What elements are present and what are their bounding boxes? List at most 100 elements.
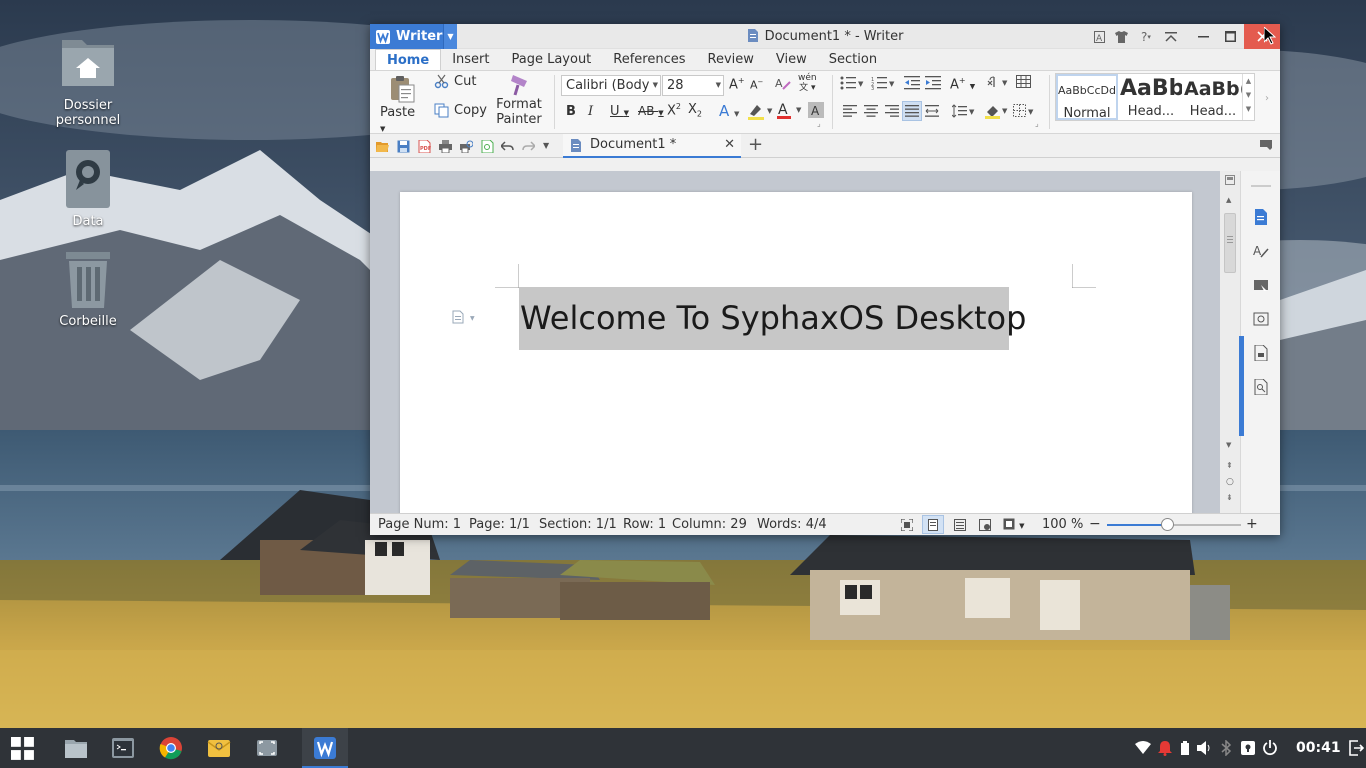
page-view-button[interactable] bbox=[922, 515, 944, 534]
font-dialog-launcher-icon[interactable]: ⌟ bbox=[817, 119, 821, 128]
terminal-icon[interactable] bbox=[111, 736, 135, 760]
phonetic-guide-icon[interactable]: wén 文 ▾ bbox=[798, 73, 817, 93]
undo-icon[interactable] bbox=[501, 140, 514, 153]
tab-section[interactable]: Section bbox=[818, 49, 888, 70]
status-row[interactable]: Row: 1 bbox=[623, 514, 666, 535]
bold-button[interactable]: B bbox=[566, 104, 576, 119]
underline-button[interactable]: U ▼ bbox=[610, 104, 629, 119]
align-right-button[interactable] bbox=[885, 105, 899, 121]
new-document-icon[interactable] bbox=[1253, 209, 1269, 225]
strikethrough-button[interactable]: AB ▼ bbox=[638, 104, 664, 118]
shrink-font-icon[interactable]: A− bbox=[750, 78, 763, 92]
grow-font-icon[interactable]: A+ bbox=[729, 76, 745, 92]
vertical-scrollbar[interactable]: ▲ ▼ ⇞ ○ ⇟ bbox=[1220, 171, 1240, 513]
tab-insert[interactable]: Insert bbox=[441, 49, 500, 70]
align-center-button[interactable] bbox=[864, 105, 878, 121]
ribbon-expand-icon[interactable]: › bbox=[1265, 93, 1269, 104]
chrome-icon[interactable] bbox=[159, 736, 183, 760]
power-icon[interactable] bbox=[1262, 740, 1278, 756]
skin-shirt-icon[interactable] bbox=[1110, 24, 1132, 49]
writer-app-menu-button[interactable]: Writer ▼ bbox=[370, 24, 457, 49]
new-tab-button[interactable]: + bbox=[748, 134, 763, 156]
notification-bell-icon[interactable] bbox=[1157, 740, 1173, 756]
cut-button[interactable]: Cut bbox=[434, 74, 476, 89]
next-page-icon[interactable]: ⇟ bbox=[1226, 493, 1233, 502]
open-folder-icon[interactable] bbox=[376, 140, 389, 153]
char-shading-button[interactable]: A bbox=[808, 102, 824, 122]
bullets-button[interactable]: ▼ bbox=[840, 76, 864, 94]
font-name-select[interactable]: Calibri (Body ▼ bbox=[561, 75, 661, 96]
tab-options-icon[interactable] bbox=[1260, 139, 1273, 155]
status-page[interactable]: Page: 1/1 bbox=[469, 514, 530, 535]
numbering-button[interactable]: 1 2 3 ▼ bbox=[871, 76, 895, 94]
paragraph-mark-button[interactable]: ▼ bbox=[986, 75, 1010, 93]
help-icon[interactable]: ? ▾ bbox=[1132, 24, 1160, 49]
font-color-button[interactable]: A ▼ bbox=[776, 101, 804, 123]
close-tab-icon[interactable]: ✕ bbox=[724, 134, 735, 156]
tab-home[interactable]: Home bbox=[375, 49, 442, 70]
select-browse-object-icon[interactable]: ○ bbox=[1226, 477, 1234, 487]
justify-button[interactable] bbox=[902, 101, 922, 121]
change-case-button[interactable]: A+ ▼ bbox=[950, 76, 975, 92]
style-normal[interactable]: AaBbCcDd Normal bbox=[1056, 74, 1118, 120]
minimize-button[interactable] bbox=[1190, 24, 1217, 49]
desktop-icon-trash[interactable]: Corbeille bbox=[38, 250, 138, 329]
shading-button[interactable]: ▼ bbox=[984, 103, 1010, 123]
zoom-slider-knob[interactable] bbox=[1161, 518, 1174, 531]
scroll-down-icon[interactable]: ▼ bbox=[1226, 441, 1231, 449]
wifi-icon[interactable] bbox=[1135, 740, 1151, 756]
zoom-out-button[interactable]: − bbox=[1089, 514, 1101, 534]
styles-scroll[interactable]: ▲ ▼ ▼ bbox=[1242, 74, 1254, 120]
tab-references[interactable]: References bbox=[602, 49, 696, 70]
tab-review[interactable]: Review bbox=[697, 49, 765, 70]
volume-icon[interactable] bbox=[1196, 740, 1212, 756]
line-spacing-button[interactable]: ▼ bbox=[951, 104, 976, 122]
maximize-button[interactable] bbox=[1217, 24, 1244, 49]
select-object-icon[interactable] bbox=[1253, 277, 1269, 293]
tab-view[interactable]: View bbox=[765, 49, 818, 70]
clear-format-icon[interactable]: A bbox=[775, 75, 791, 95]
zoom-in-button[interactable]: + bbox=[1246, 514, 1258, 534]
font-size-select[interactable]: 28 ▼ bbox=[662, 75, 724, 96]
collapse-ribbon-icon[interactable] bbox=[1160, 24, 1182, 49]
paste-button[interactable]: Paste ▼ bbox=[380, 75, 424, 135]
tab-page-layout[interactable]: Page Layout bbox=[500, 49, 602, 70]
borders-button[interactable]: ▼ bbox=[1013, 104, 1037, 122]
split-view-icon[interactable] bbox=[1225, 175, 1235, 185]
font-icon[interactable]: A bbox=[1088, 24, 1110, 49]
fullscreen-icon[interactable] bbox=[901, 519, 913, 531]
document-tab[interactable]: Document1 * ✕ bbox=[563, 134, 741, 158]
paragraph-options-icon[interactable]: ▼ bbox=[452, 310, 480, 328]
status-words[interactable]: Words: 4/4 bbox=[757, 514, 827, 535]
paragraph-dialog-launcher-icon[interactable]: ⌟ bbox=[1035, 119, 1039, 128]
bluetooth-icon[interactable] bbox=[1218, 740, 1234, 756]
scroll-thumb[interactable] bbox=[1224, 213, 1236, 273]
customize-quick-access-icon[interactable]: ▼ bbox=[543, 134, 549, 158]
desktop-icon-data[interactable]: Data bbox=[38, 150, 138, 229]
style-heading-1[interactable]: AaBb Head... bbox=[1120, 74, 1182, 120]
document-page[interactable]: ▼ Welcome To SyphaxOS Desktop bbox=[400, 192, 1192, 513]
status-section[interactable]: Section: 1/1 bbox=[539, 514, 617, 535]
italic-button[interactable]: I bbox=[588, 104, 593, 119]
title-bar[interactable]: Writer ▼ Document1 * - Writer A ? ▾ bbox=[370, 24, 1280, 49]
apps-grid-icon[interactable] bbox=[11, 737, 35, 761]
format-painter-button[interactable]: Format Painter bbox=[494, 73, 544, 127]
distribute-button[interactable] bbox=[925, 105, 939, 121]
style-heading-2[interactable]: AaBb( Head... bbox=[1184, 74, 1242, 120]
status-page-num[interactable]: Page Num: 1 bbox=[378, 514, 461, 535]
pane-collapse-handle[interactable] bbox=[1239, 336, 1244, 436]
zoom-level[interactable]: 100 % bbox=[1042, 514, 1083, 535]
decrease-indent-button[interactable] bbox=[904, 76, 920, 94]
selected-heading-text[interactable]: Welcome To SyphaxOS Desktop bbox=[519, 287, 1026, 350]
subscript-button[interactable]: X2 bbox=[688, 102, 702, 119]
previous-page-icon[interactable]: ⇞ bbox=[1226, 461, 1233, 470]
scroll-up-icon[interactable]: ▲ bbox=[1226, 196, 1231, 204]
file-manager-icon[interactable] bbox=[64, 736, 88, 760]
copy-button[interactable]: Copy bbox=[434, 103, 487, 118]
align-left-button[interactable] bbox=[843, 105, 857, 121]
screen-lock-icon[interactable] bbox=[1240, 740, 1256, 756]
battery-icon[interactable] bbox=[1177, 740, 1193, 756]
reading-mode-button[interactable]: ▼ bbox=[1003, 514, 1025, 535]
logout-icon[interactable] bbox=[1348, 740, 1364, 756]
desktop-icon-home[interactable]: Dossier personnel bbox=[38, 34, 138, 128]
